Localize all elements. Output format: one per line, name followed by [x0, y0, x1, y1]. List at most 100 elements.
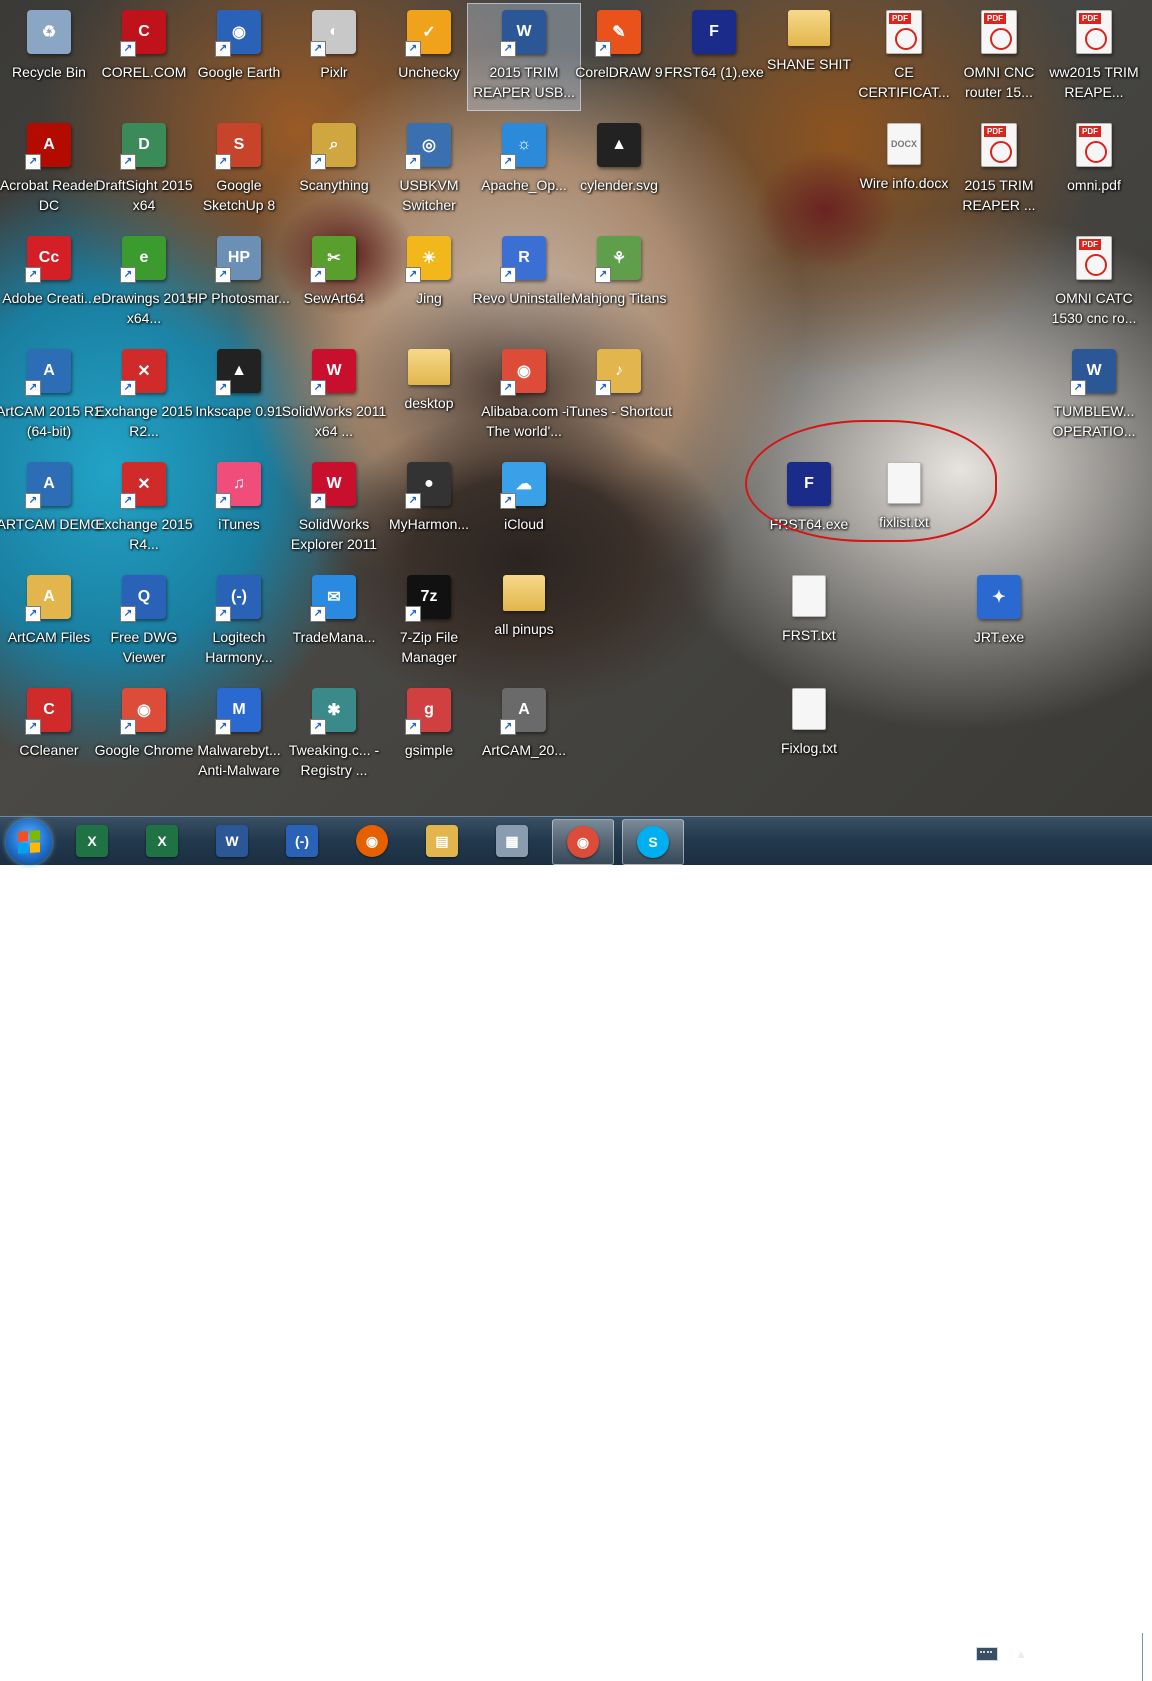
tray-expand-arrow-icon[interactable]: ▲ [1015, 1647, 1027, 1661]
7zip-icon: 7z ↗ [405, 575, 451, 622]
folder-icon [408, 349, 450, 385]
taskbar-item[interactable]: S [622, 819, 684, 865]
desktop-icon[interactable]: W ↗ TUMBLEW... OPERATIO... [1038, 343, 1150, 449]
desktop-icon[interactable]: ☁ ↗ iCloud [468, 456, 580, 562]
desktop-icon-label: ww2015 TRIM REAPE... [1049, 64, 1139, 100]
desktop-icon-label: Unchecky [398, 64, 460, 80]
icloud-icon: ☁ ↗ [500, 462, 546, 509]
desktop-icon[interactable]: omni.pdf [1038, 117, 1150, 223]
shortcut-arrow-icon: ↗ [405, 154, 421, 170]
edrawings-icon: e ↗ [120, 236, 166, 283]
desktop-icon-label: Google Chrome [94, 742, 194, 758]
desktop-icon-label: FRST64.exe [769, 516, 849, 532]
itunes-shortcut-icon: ♪ ↗ [595, 349, 641, 396]
corel-icon: C ↗ [120, 10, 166, 57]
keyboard-layout-icon[interactable] [976, 1647, 998, 1661]
shortcut-arrow-icon: ↗ [120, 380, 136, 396]
recycle-bin-icon: ♻ [27, 10, 71, 54]
desktop-icon-label: FRST.txt [782, 627, 836, 643]
acrobat-icon: A ↗ [25, 123, 71, 170]
chrome-icon: ◉ ↗ [500, 349, 546, 396]
desktop-icon-label: Apache_Op... [481, 177, 567, 193]
file-explorer-icon: ▤ [426, 825, 458, 857]
desktop-icon-label: 2015 TRIM REAPER USB... [473, 64, 575, 100]
desktop-icon-label: COREL.COM [101, 64, 187, 80]
desktop-icon-label: Logitech Harmony... [205, 629, 273, 665]
shortcut-arrow-icon: ↗ [215, 606, 231, 622]
taskbar-item[interactable]: (-) [272, 819, 332, 863]
taskbar-item[interactable]: X [132, 819, 192, 863]
desktop-icon[interactable]: ▲ cylender.svg [563, 117, 675, 223]
adobe-cc-icon: Cc ↗ [25, 236, 71, 283]
taskbar-item[interactable]: ▦ [482, 819, 542, 863]
shortcut-arrow-icon: ↗ [120, 267, 136, 283]
taskbar-item[interactable]: W [202, 819, 262, 863]
shortcut-arrow-icon: ↗ [310, 380, 326, 396]
desktop-icon-label: cylender.svg [580, 177, 658, 193]
desktop-icon-label: Inkscape 0.91 [195, 403, 283, 419]
desktop-icon-label: iTunes [218, 516, 260, 532]
desktop-icon[interactable]: all pinups [468, 569, 580, 675]
docx-file-icon: DOCX [887, 123, 921, 165]
google-earth-icon: ◉ ↗ [215, 10, 261, 57]
shortcut-arrow-icon: ↗ [215, 719, 231, 735]
desktop-icon-label: MyHarmon... [388, 516, 470, 532]
desktop-icon-label: HP Photosmar... [188, 290, 290, 306]
system-clock[interactable]: 5:03 PM 30/12/2015 [1048, 1639, 1138, 1679]
shortcut-arrow-icon: ↗ [405, 41, 421, 57]
desktop-icon-label: Exchange 2015 R2... [95, 403, 193, 439]
shortcut-arrow-icon: ↗ [405, 267, 421, 283]
pdf-icon [1076, 123, 1112, 167]
gsimple-icon: g ↗ [405, 688, 451, 735]
taskbar-item[interactable]: X [62, 819, 122, 863]
desktop-icon[interactable]: Fixlog.txt [753, 682, 865, 788]
windows-logo-icon [18, 830, 40, 854]
shortcut-arrow-icon: ↗ [215, 493, 231, 509]
desktop[interactable]: ♻ Recycle Bin C ↗ COREL.COM ◉ ↗ Google Earth ◐ ↗ P… [0, 0, 1152, 816]
taskbar-item[interactable]: ◉ [342, 819, 402, 863]
desktop-icon-label: gsimple [404, 742, 454, 758]
desktop-icon[interactable]: ♪ ↗ iTunes - Shortcut [563, 343, 675, 449]
frst-icon: F [787, 462, 831, 506]
shortcut-arrow-icon: ↗ [500, 41, 516, 57]
excel-icon: X [146, 825, 178, 857]
desktop-icon-label: CE CERTIFICAT... [858, 64, 950, 100]
shortcut-arrow-icon: ↗ [120, 41, 136, 57]
desktop-icon-label: fixlist.txt [879, 514, 929, 530]
desktop-icon-label: Alibaba.com - The world'... [481, 403, 567, 439]
desktop-icon[interactable]: FRST.txt [753, 569, 865, 675]
excel-doc-icon: X [76, 825, 108, 857]
calculator-icon: ▦ [496, 825, 528, 857]
show-desktop-button[interactable] [1142, 1633, 1152, 1681]
desktop-icon[interactable]: ✦ JRT.exe [943, 569, 1055, 675]
taskbar-item[interactable]: ▤ [412, 819, 472, 863]
jing-icon: ☀ ↗ [405, 236, 451, 283]
desktop-icon[interactable]: ww2015 TRIM REAPE... [1038, 4, 1150, 110]
pdf-icon [981, 123, 1017, 167]
shortcut-arrow-icon: ↗ [215, 154, 231, 170]
itunes-icon: ♫ ↗ [215, 462, 261, 509]
word-icon: W [216, 825, 248, 857]
desktop-icon-label: DraftSight 2015 x64 [95, 177, 193, 213]
malwarebytes-icon: M ↗ [215, 688, 261, 735]
desktop-icon[interactable]: OMNI CATC 1530 cnc ro... [1038, 230, 1150, 336]
pdf-icon [981, 10, 1017, 54]
tweaking-icon: ✱ ↗ [310, 688, 356, 735]
coreldraw-icon: ✎ ↗ [595, 10, 641, 57]
shortcut-arrow-icon: ↗ [120, 719, 136, 735]
shortcut-arrow-icon: ↗ [1070, 380, 1086, 396]
desktop-icon-label: all pinups [494, 621, 554, 637]
desktop-icon-label: OMNI CNC router 15... [963, 64, 1035, 100]
taskbar: X X W (-) ◉ ▤ ▦ ◉ S ▲ 5:03 PM 30/12/2015 [0, 816, 1152, 1681]
taskbar-item[interactable]: ◉ [552, 819, 614, 865]
text-file-icon [792, 688, 826, 730]
start-button[interactable] [6, 819, 52, 865]
desktop-icon[interactable]: ⚘ ↗ Mahjong Titans [563, 230, 675, 336]
desktop-icon-label: Scanything [299, 177, 369, 193]
desktop-icon-label: Tweaking.c... - Registry ... [288, 742, 380, 778]
draftsight-icon: D ↗ [120, 123, 166, 170]
desktop-icon[interactable]: fixlist.txt [848, 456, 960, 562]
desktop-icon[interactable]: A ↗ ArtCAM_20... [468, 682, 580, 788]
desktop-icon-label: SewArt64 [303, 290, 365, 306]
shortcut-arrow-icon: ↗ [25, 267, 41, 283]
